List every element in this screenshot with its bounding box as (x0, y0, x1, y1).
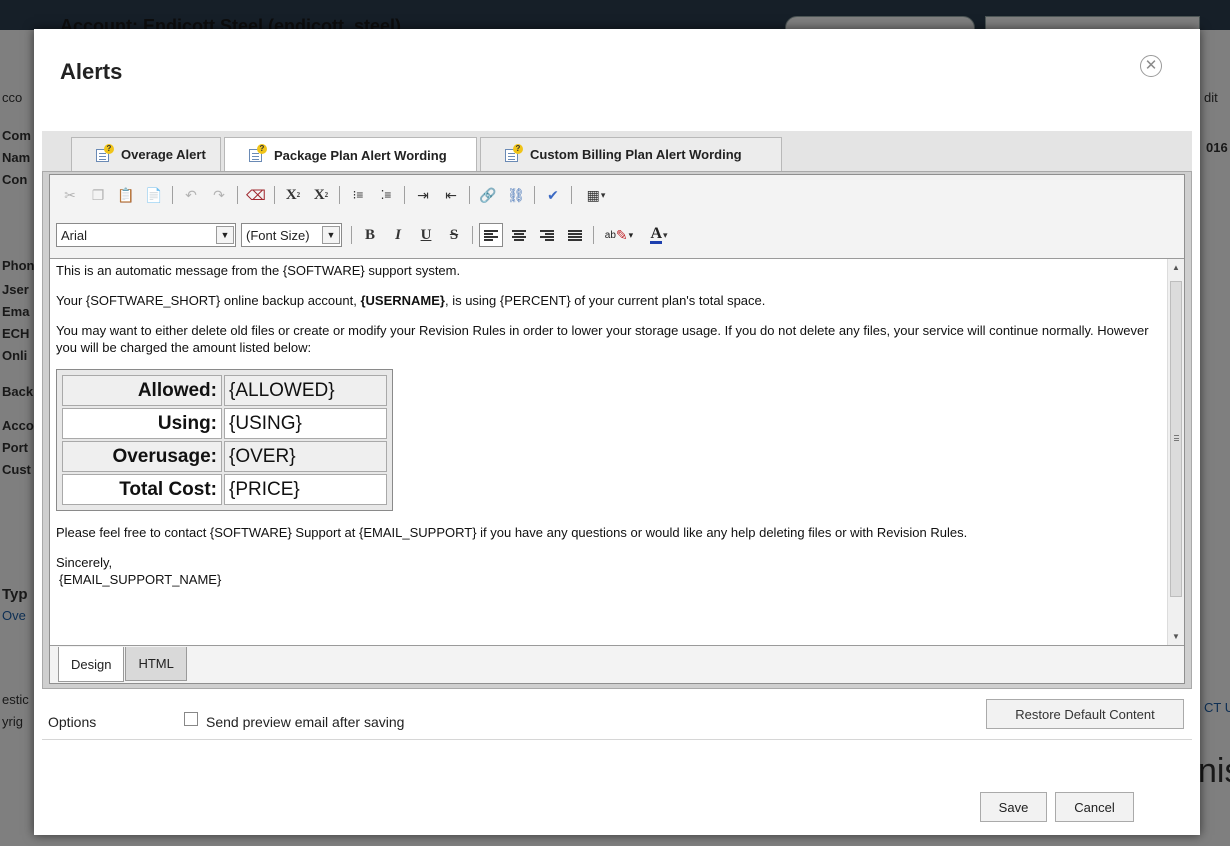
outdent-icon[interactable]: ⇤ (439, 183, 463, 207)
redo-icon[interactable]: ↷ (207, 183, 231, 207)
paste-icon[interactable]: 📋 (114, 183, 138, 207)
superscript-icon[interactable]: X2 (281, 183, 305, 207)
toolbar-separator (237, 186, 238, 204)
table-row: Total Cost: {PRICE} (62, 474, 387, 505)
grip-icon (1174, 435, 1179, 441)
scrollbar-thumb[interactable] (1170, 281, 1182, 597)
body-line: Sincerely, (56, 555, 113, 570)
editor-toolbar-row-2: Arial ▼ (Font Size) ▼ B I U S ab ✎ ▾ A ▾ (50, 215, 1184, 255)
rich-text-editor-panel: ✂ ❐ 📋 📄 ↶ ↷ ⌫ X2 X2 ⁝≡ ⁚≡ ⇥ ⇤ 🔗 ⛓ ✔ ▦ ▾ … (42, 171, 1192, 689)
font-size-select[interactable]: (Font Size) ▼ (241, 223, 342, 247)
alerts-modal: Alerts ✕ ? Overage Alert ? Package Plan … (34, 29, 1200, 835)
body-line: You may want to either delete old files … (56, 323, 1149, 355)
toolbar-separator (404, 186, 405, 204)
charge-table: Allowed: {ALLOWED} Using: {USING} Overus… (56, 369, 393, 511)
tab-custom-billing-plan-alert-wording[interactable]: ? Custom Billing Plan Alert Wording (480, 137, 782, 171)
justify-icon[interactable] (563, 223, 587, 247)
options-label: Options (48, 714, 97, 730)
content-scrollbar[interactable]: ▲ ▼ (1167, 259, 1184, 645)
numbered-list-icon[interactable]: ⁝≡ (346, 183, 370, 207)
tab-overage-alert[interactable]: ? Overage Alert (71, 137, 221, 171)
font-name-value: Arial (61, 227, 88, 243)
table-row: Overusage: {OVER} (62, 441, 387, 472)
alert-tabs: ? Overage Alert ? Package Plan Alert Wor… (42, 131, 1192, 172)
tab-package-plan-alert-wording[interactable]: ? Package Plan Alert Wording (224, 137, 477, 172)
modal-title: Alerts (60, 59, 123, 84)
align-right-icon[interactable] (535, 223, 559, 247)
toolbar-separator (593, 226, 594, 244)
body-line: Please feel free to contact {SOFTWARE} S… (56, 525, 968, 540)
body-line: This is an automatic message from the {S… (56, 263, 461, 278)
insert-link-icon[interactable]: 🔗 (476, 183, 500, 207)
undo-icon[interactable]: ↶ (179, 183, 203, 207)
copy-icon[interactable]: ❐ (86, 183, 110, 207)
close-icon[interactable]: ✕ (1140, 55, 1162, 77)
table-value: {PRICE} (224, 474, 387, 505)
underline-icon[interactable]: U (414, 223, 438, 247)
html-mode-tab[interactable]: HTML (125, 647, 187, 681)
scroll-down-arrow-icon[interactable]: ▼ (1168, 628, 1184, 645)
editor-toolbar-row-1: ✂ ❐ 📋 📄 ↶ ↷ ⌫ X2 X2 ⁝≡ ⁚≡ ⇥ ⇤ 🔗 ⛓ ✔ ▦ ▾ (50, 175, 1184, 215)
table-value: {ALLOWED} (224, 375, 387, 406)
help-document-icon: ? (94, 143, 114, 164)
remove-link-icon[interactable]: ⛓ (504, 183, 528, 207)
paste-from-word-icon[interactable]: 📄 (142, 183, 166, 207)
toolbar-separator (571, 186, 572, 204)
font-name-select[interactable]: Arial ▼ (56, 223, 236, 247)
indent-icon[interactable]: ⇥ (411, 183, 435, 207)
tab-label: Package Plan Alert Wording (274, 147, 447, 163)
table-row: Using: {USING} (62, 408, 387, 439)
format-stripper-icon[interactable]: ⌫ (244, 183, 268, 207)
toolbar-separator (351, 226, 352, 244)
align-left-icon[interactable] (479, 223, 503, 247)
align-center-icon[interactable] (507, 223, 531, 247)
help-document-icon: ? (247, 144, 267, 164)
cut-icon[interactable]: ✂ (58, 183, 82, 207)
send-preview-checkbox[interactable] (184, 712, 198, 726)
divider (42, 739, 1192, 740)
strikethrough-icon[interactable]: S (442, 223, 466, 247)
rich-text-editor: ✂ ❐ 📋 📄 ↶ ↷ ⌫ X2 X2 ⁝≡ ⁚≡ ⇥ ⇤ 🔗 ⛓ ✔ ▦ ▾ … (49, 174, 1185, 684)
subscript-icon[interactable]: X2 (309, 183, 333, 207)
tab-label: Overage Alert (121, 147, 206, 162)
bold-icon[interactable]: B (358, 223, 382, 247)
bullet-list-icon[interactable]: ⁚≡ (374, 183, 398, 207)
table-value: {OVER} (224, 441, 387, 472)
table-value: {USING} (224, 408, 387, 439)
save-button[interactable]: Save (980, 792, 1047, 822)
highlight-color-icon[interactable]: ab ✎ ▾ (600, 223, 638, 247)
toolbar-separator (339, 186, 340, 204)
chevron-down-icon: ▼ (322, 226, 340, 244)
font-size-value: (Font Size) (246, 227, 310, 243)
toolbar-separator (469, 186, 470, 204)
cancel-button[interactable]: Cancel (1055, 792, 1134, 822)
body-line: {EMAIL_SUPPORT_NAME} (59, 572, 222, 587)
font-color-icon[interactable]: A ▾ (642, 223, 676, 247)
tab-label: Custom Billing Plan Alert Wording (530, 147, 742, 162)
chevron-down-icon: ▼ (216, 226, 234, 244)
send-preview-label[interactable]: Send preview email after saving (206, 714, 404, 730)
spellcheck-icon[interactable]: ✔ (541, 183, 565, 207)
italic-icon[interactable]: I (386, 223, 410, 247)
scroll-up-arrow-icon[interactable]: ▲ (1168, 259, 1184, 276)
insert-table-icon[interactable]: ▦ ▾ (578, 183, 614, 207)
table-row: Allowed: {ALLOWED} (62, 375, 387, 406)
table-label: Overusage: (62, 441, 222, 472)
toolbar-separator (472, 226, 473, 244)
toolbar-separator (534, 186, 535, 204)
design-mode-tab[interactable]: Design (58, 647, 125, 682)
help-document-icon: ? (503, 143, 523, 164)
body-line: Your {SOFTWARE_SHORT} online backup acco… (56, 293, 766, 308)
table-label: Using: (62, 408, 222, 439)
restore-default-content-button[interactable]: Restore Default Content (986, 699, 1184, 729)
editor-content-area[interactable]: This is an automatic message from the {S… (50, 258, 1184, 646)
toolbar-separator (274, 186, 275, 204)
email-body: This is an automatic message from the {S… (56, 259, 1164, 588)
table-label: Total Cost: (62, 474, 222, 505)
editor-mode-tabs: Design HTML (58, 647, 188, 683)
toolbar-separator (172, 186, 173, 204)
table-label: Allowed: (62, 375, 222, 406)
